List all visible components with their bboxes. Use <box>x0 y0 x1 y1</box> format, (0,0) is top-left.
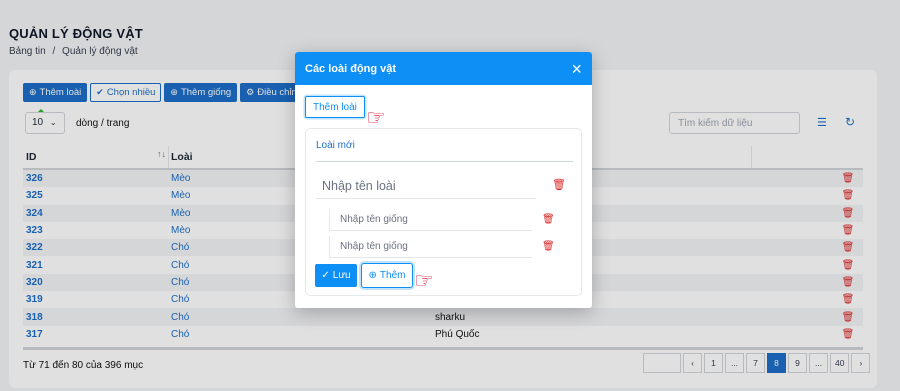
delete-species-trash-icon[interactable]: 🗑 <box>552 178 566 191</box>
close-icon[interactable]: × <box>571 60 582 78</box>
save-button[interactable]: ✓ Lưu <box>315 264 357 287</box>
add-breed-modal-button[interactable]: ⊕ Thêm <box>361 263 413 288</box>
species-modal: Các loài động vật × Thêm loài Loài mới N… <box>295 52 592 308</box>
pointing-hand-icon: ☞ <box>366 105 386 130</box>
modal-header: Các loài động vật × <box>295 52 592 85</box>
species-name-input[interactable]: Nhập tên loài <box>316 175 536 199</box>
pointing-hand-icon: ☞ <box>414 268 434 293</box>
modal-add-species-button[interactable]: Thêm loài <box>305 96 365 118</box>
modal-title: Các loài động vật <box>305 62 397 75</box>
new-species-form: Loài mới Nhập tên loài 🗑 Nhập tên giống … <box>305 128 582 296</box>
check-icon: ✓ <box>321 270 330 281</box>
save-label: Lưu <box>332 270 351 281</box>
divider <box>316 161 573 162</box>
add-label: Thêm <box>379 270 406 281</box>
delete-breed-2-trash-icon[interactable]: 🗑 <box>542 241 555 252</box>
new-species-label: Loài mới <box>316 140 355 151</box>
delete-breed-1-trash-icon[interactable]: 🗑 <box>542 214 555 225</box>
plus-circle-icon: ⊕ <box>368 270 377 281</box>
breed-name-input-1[interactable]: Nhập tên giống <box>329 209 532 231</box>
breed-name-input-2[interactable]: Nhập tên giống <box>329 236 532 258</box>
